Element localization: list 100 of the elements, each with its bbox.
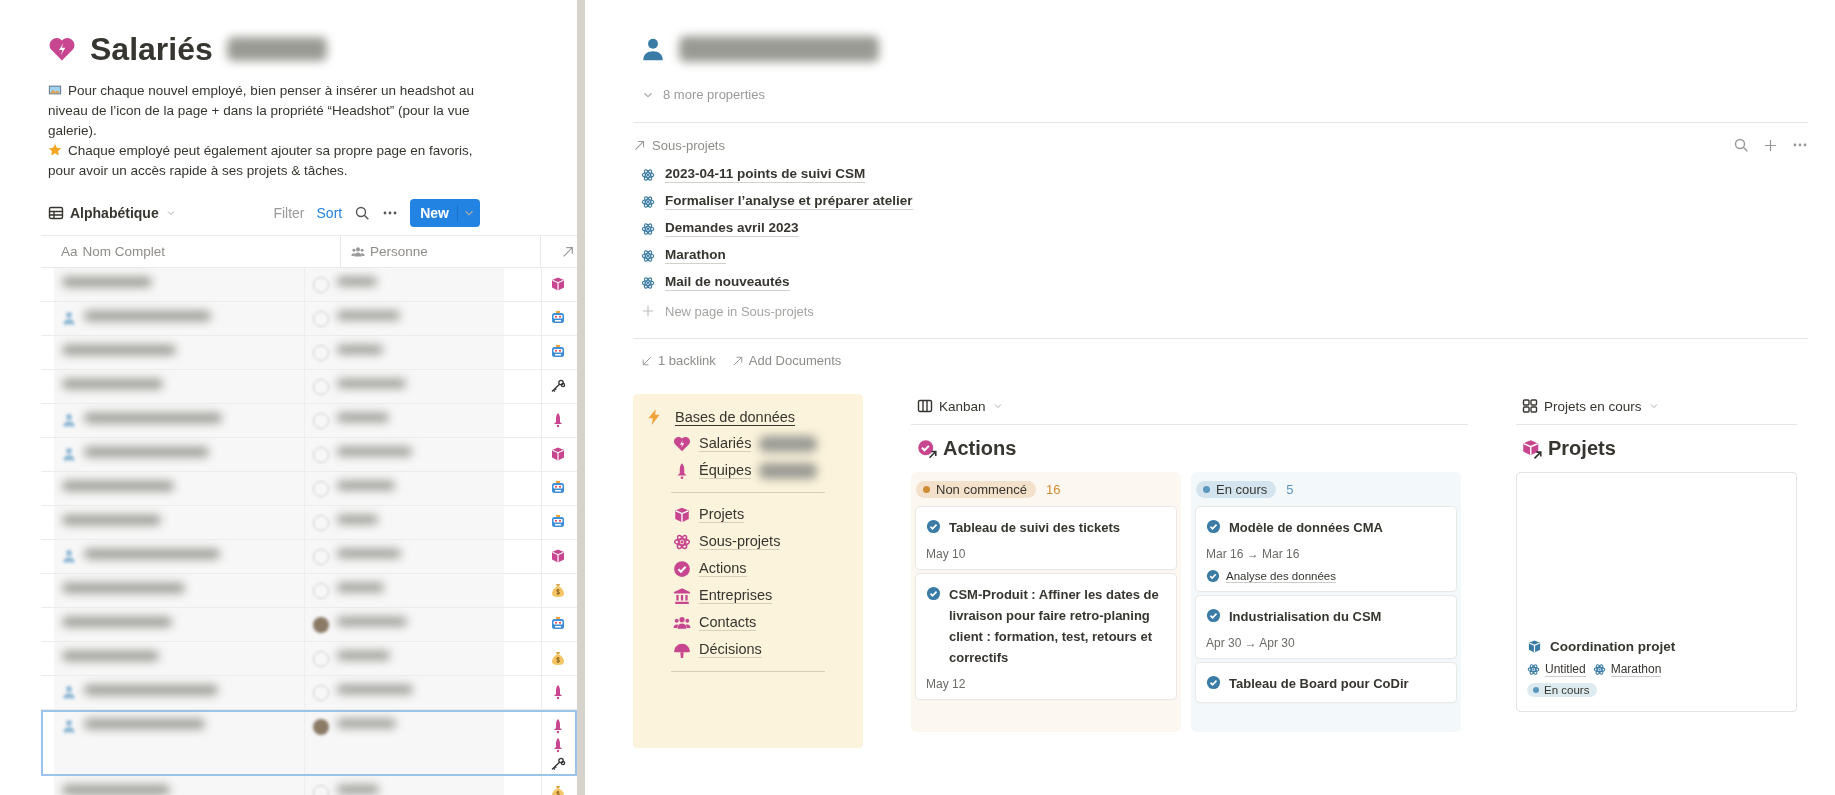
blurred-text bbox=[337, 515, 378, 524]
person-icon bbox=[62, 413, 76, 427]
card-date: May 12 bbox=[926, 677, 967, 691]
blurred-text bbox=[337, 651, 390, 660]
check-circle-icon bbox=[673, 559, 691, 578]
page-link[interactable]: Salariés bbox=[699, 435, 752, 452]
add-button[interactable] bbox=[1763, 137, 1778, 153]
table-row[interactable] bbox=[41, 540, 577, 574]
page-link[interactable]: Analyse des données bbox=[1226, 569, 1336, 583]
page-link[interactable]: Marathon bbox=[665, 247, 726, 264]
plus-icon bbox=[641, 304, 655, 318]
page-link[interactable]: Untitled bbox=[1545, 662, 1586, 677]
database-title: Actions bbox=[943, 437, 1017, 460]
page-title: Salariés bbox=[90, 30, 213, 68]
arrow-icon bbox=[641, 354, 653, 367]
atom-icon bbox=[673, 532, 691, 551]
blurred-text bbox=[337, 583, 384, 592]
table-row[interactable] bbox=[41, 574, 577, 608]
atom-icon bbox=[1592, 663, 1606, 676]
status-tag: En cours bbox=[1196, 480, 1277, 498]
blurred-text bbox=[337, 617, 407, 626]
table-row[interactable] bbox=[41, 676, 577, 710]
table-row[interactable] bbox=[41, 370, 577, 404]
page-link[interactable]: Équipes bbox=[699, 462, 752, 479]
blurred-text bbox=[337, 413, 389, 422]
atom-icon bbox=[641, 248, 655, 263]
page-link[interactable]: Contacts bbox=[699, 614, 757, 631]
table-row[interactable] bbox=[41, 472, 577, 506]
description-text: Pour chaque nouvel employé, bien penser à insérer un headshot au niveau de l’icon de la page + dans la propriété “Headshot” (pour la vue galerie). bbox=[48, 82, 476, 140]
atom-icon bbox=[641, 221, 655, 236]
page-link[interactable]: Décisions bbox=[699, 641, 762, 658]
page-link[interactable]: Mail de nouveautés bbox=[665, 274, 790, 291]
check-arrow-icon bbox=[917, 438, 937, 459]
backlinks-button[interactable]: 1 backlink bbox=[641, 353, 716, 368]
table-row[interactable] bbox=[41, 404, 577, 438]
person-icon bbox=[62, 719, 76, 733]
heart-icon bbox=[673, 434, 691, 453]
task-card[interactable]: Tableau de suivi des tickets May 10 bbox=[916, 507, 1176, 569]
database-title: Projets bbox=[1548, 437, 1616, 460]
table-row[interactable] bbox=[41, 608, 577, 642]
table-row[interactable] bbox=[41, 506, 577, 540]
card-title: CSM-Produit : Affiner les dates de livraison pour faire retro-planing client : formation, test, retours et correctifs bbox=[949, 586, 1160, 667]
blurred-text bbox=[337, 481, 395, 490]
atom-icon bbox=[641, 167, 655, 182]
table-row[interactable] bbox=[41, 268, 577, 302]
table-row[interactable] bbox=[41, 302, 577, 336]
new-button[interactable]: New bbox=[410, 199, 480, 227]
sort-button[interactable]: Sort bbox=[316, 205, 343, 221]
bank-icon bbox=[673, 586, 691, 605]
table-row[interactable] bbox=[41, 336, 577, 370]
card-date: Apr 30 → Apr 30 bbox=[1206, 636, 1296, 650]
moneybag-icon bbox=[550, 582, 566, 598]
table-row[interactable] bbox=[41, 642, 577, 676]
check-circle-icon bbox=[1206, 608, 1221, 623]
card-date: May 10 bbox=[926, 547, 967, 561]
page-link[interactable]: Marathon bbox=[1610, 662, 1662, 677]
search-button[interactable] bbox=[354, 205, 371, 221]
search-icon bbox=[1733, 137, 1749, 153]
table-row[interactable] bbox=[41, 438, 577, 472]
blurred-text bbox=[337, 719, 396, 728]
heart-icon bbox=[48, 35, 76, 63]
view-switcher[interactable]: Kanban bbox=[911, 394, 1004, 418]
page-link[interactable]: Projets bbox=[699, 506, 745, 523]
blurred-text bbox=[337, 785, 379, 794]
moneybag-icon bbox=[550, 650, 566, 666]
box-icon bbox=[550, 276, 566, 292]
robot-icon bbox=[550, 514, 566, 530]
table-icon bbox=[48, 205, 64, 221]
task-card[interactable]: Tableau de Board pour CoDir bbox=[1196, 663, 1456, 702]
page-link[interactable]: Demandes avril 2023 bbox=[665, 220, 799, 237]
task-card[interactable]: Modèle de données CMA Mar 16 → Mar 16 Analyse des données bbox=[1196, 507, 1456, 591]
arrow-icon bbox=[633, 138, 646, 152]
page-link[interactable]: Actions bbox=[699, 560, 747, 577]
task-card[interactable]: Industrialisation du CSM Apr 30 → Apr 30 bbox=[1196, 596, 1456, 658]
status-tag: Non commencé bbox=[916, 480, 1037, 498]
blurred-text bbox=[337, 345, 383, 354]
robot-icon bbox=[550, 344, 566, 360]
blurred-text bbox=[759, 462, 818, 479]
callout-heading-link[interactable]: Bases de données bbox=[675, 408, 796, 426]
person-icon bbox=[641, 37, 665, 61]
person-icon bbox=[62, 447, 76, 461]
gallery-icon bbox=[1522, 398, 1538, 414]
table-row[interactable] bbox=[41, 710, 577, 776]
atom-icon bbox=[641, 194, 655, 209]
description-text: Chaque employé peut également ajouter sa propre page en favoris, pour avoir un accès rapide à ses projets & tâches. bbox=[48, 142, 474, 180]
box-icon bbox=[550, 548, 566, 564]
task-card[interactable]: CSM-Produit : Affiner les dates de livraison pour faire retro-planing client : formation, test, retours et correctifs May 12 bbox=[916, 574, 1176, 699]
view-switcher[interactable]: Projets en cours bbox=[1516, 394, 1660, 418]
gallery-card[interactable]: Coordination projet Untitled Marathon En cours bbox=[1516, 472, 1797, 712]
page-link[interactable]: Sous-projets bbox=[699, 533, 781, 550]
image-icon bbox=[48, 83, 62, 97]
add-documents-button[interactable]: Add Documents bbox=[731, 353, 842, 368]
check-circle-icon bbox=[926, 586, 941, 601]
blurred-text bbox=[759, 435, 818, 452]
page-link[interactable]: Entreprises bbox=[699, 587, 773, 604]
page-link[interactable]: Formaliser l’analyse et préparer atelier bbox=[665, 193, 913, 210]
page-link[interactable]: 2023-04-11 points de suivi CSM bbox=[665, 166, 866, 183]
atom-icon bbox=[641, 275, 655, 290]
view-switcher[interactable]: Alphabétique bbox=[48, 205, 177, 221]
box-icon bbox=[673, 505, 691, 524]
